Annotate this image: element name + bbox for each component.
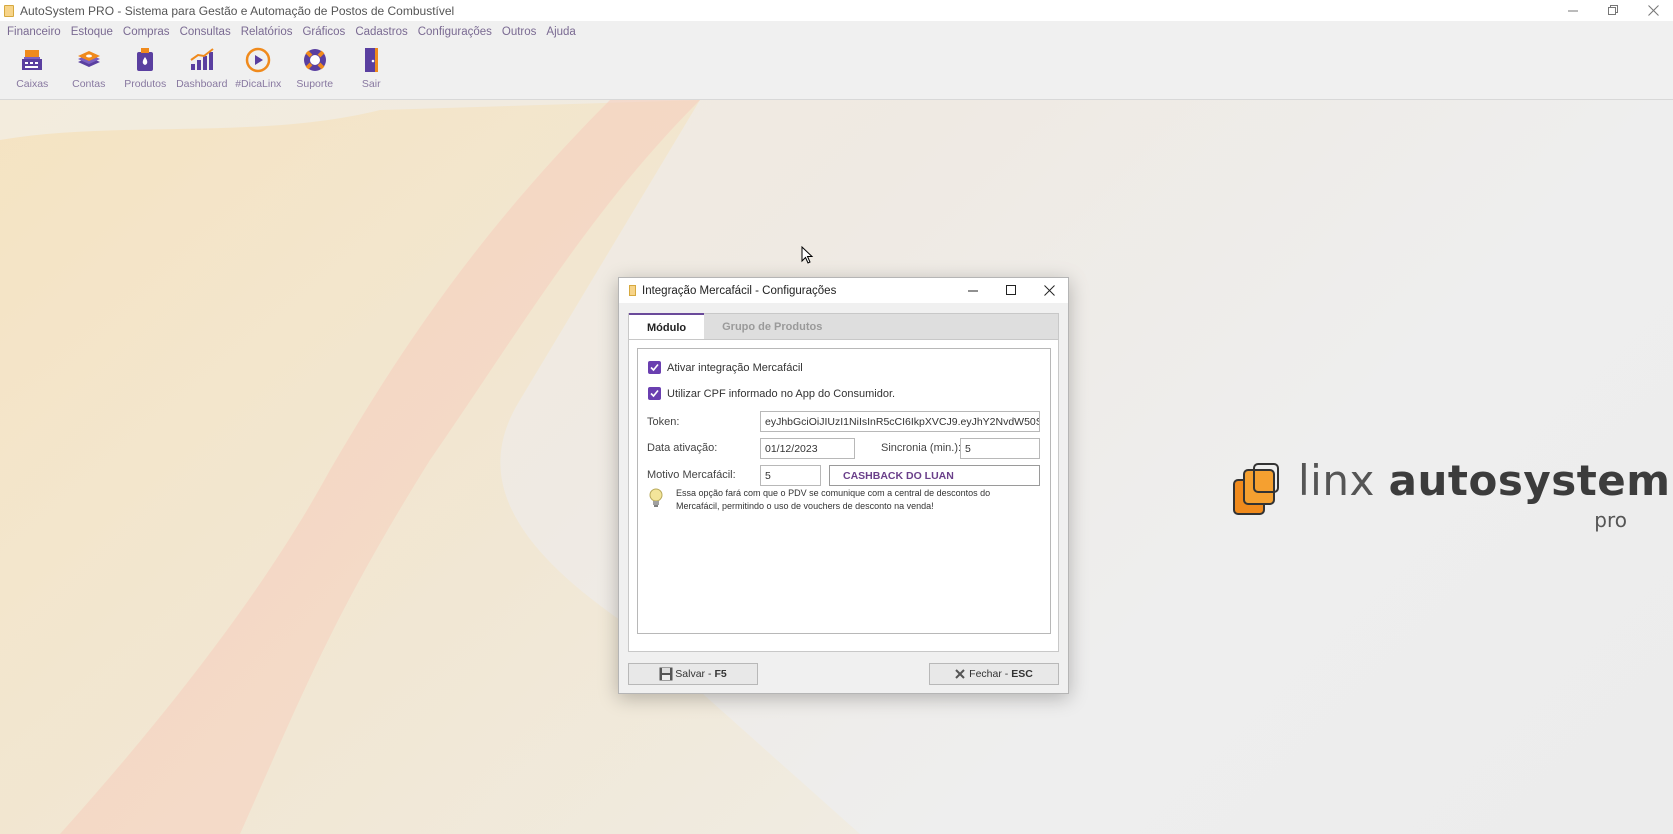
tab-modulo[interactable]: Módulo	[629, 313, 705, 341]
menu-estoque[interactable]: Estoque	[66, 26, 118, 38]
linx-logo-icon	[1233, 463, 1279, 515]
menu-relatorios[interactable]: Relatórios	[236, 26, 298, 38]
menu-financeiro[interactable]: Financeiro	[2, 26, 66, 38]
menu-ajuda[interactable]: Ajuda	[541, 26, 580, 38]
lightbulb-icon	[649, 488, 663, 507]
utilizar-cpf-checkbox[interactable]	[648, 387, 661, 400]
toolbar-produtos-label: Produtos	[124, 78, 167, 90]
app-titlebar: AutoSystem PRO - Sistema para Gestão e A…	[0, 0, 1673, 21]
tab-panel-modulo: Ativar integração Mercafácil Utilizar CP…	[628, 339, 1059, 652]
menu-cadastros[interactable]: Cadastros	[350, 26, 412, 38]
fuel-can-icon	[131, 46, 159, 74]
motivo-description-field: CASHBACK DO LUAN	[829, 465, 1040, 486]
cash-register-icon	[18, 46, 46, 74]
toolbar-dicalinx-label: #DicaLinx	[235, 78, 282, 90]
motivo-label: Motivo Mercafácil:	[647, 469, 736, 481]
play-icon	[244, 46, 272, 74]
toolbar-produtos-button[interactable]: Produtos	[117, 43, 174, 95]
app-title: AutoSystem PRO - Sistema para Gestão e A…	[20, 3, 455, 18]
close-window-icon[interactable]	[1633, 0, 1673, 21]
lifebuoy-icon	[301, 46, 329, 74]
toolbar-contas-button[interactable]: Contas	[61, 43, 118, 95]
mercafacil-config-dialog: Integração Mercafácil - Configurações Mó…	[618, 277, 1069, 694]
close-label: Fechar -	[969, 668, 1009, 680]
motivo-input[interactable]: 5	[760, 465, 821, 486]
close-button[interactable]: Fechar - ESC	[929, 663, 1059, 685]
info-note: Essa opção fará com que o PDV se comuniq…	[648, 487, 1021, 513]
dialog-tabs: Módulo Grupo de Produtos	[628, 313, 1059, 341]
toolbar-caixas-button[interactable]: Caixas	[4, 43, 61, 95]
toolbar-sair-label: Sair	[361, 78, 381, 90]
toolbar: Caixas Contas Produtos Dashboard #DicaLi…	[0, 43, 1673, 100]
menu-configuracoes[interactable]: Configurações	[413, 26, 497, 38]
window-controls	[1553, 0, 1673, 21]
menu-outros[interactable]: Outros	[497, 26, 542, 38]
floppy-disk-icon	[659, 667, 673, 681]
brand-pro: pro	[1594, 508, 1627, 532]
utilizar-cpf-label: Utilizar CPF informado no App do Consumi…	[667, 387, 896, 400]
sincronia-label: Sincronia (min.):	[881, 442, 962, 454]
info-text: Essa opção fará com que o PDV se comuniq…	[676, 488, 991, 511]
toolbar-sair-button[interactable]: Sair	[343, 43, 400, 95]
ativar-integracao-label: Ativar integração Mercafácil	[667, 361, 803, 374]
utilizar-cpf-row[interactable]: Utilizar CPF informado no App do Consumi…	[648, 387, 895, 400]
dialog-window-controls	[954, 278, 1068, 303]
toolbar-dashboard-button[interactable]: Dashboard	[174, 43, 231, 95]
toolbar-dicalinx-button[interactable]: #DicaLinx	[230, 43, 287, 95]
menu-consultas[interactable]: Consultas	[175, 26, 236, 38]
menu-bar: Financeiro Estoque Compras Consultas Rel…	[0, 21, 1673, 43]
restore-icon[interactable]	[1593, 0, 1633, 21]
bar-chart-icon	[188, 46, 216, 74]
exit-door-icon	[357, 46, 385, 74]
dialog-titlebar: Integração Mercafácil - Configurações	[619, 278, 1068, 303]
close-key: ESC	[1011, 668, 1033, 680]
dialog-close-icon[interactable]	[1030, 278, 1068, 303]
data-ativacao-input[interactable]: 01/12/2023	[760, 438, 855, 459]
tab-grupo-produtos[interactable]: Grupo de Produtos	[704, 314, 840, 340]
toolbar-dashboard-label: Dashboard	[176, 78, 228, 90]
save-button[interactable]: Salvar - F5	[628, 663, 758, 685]
app-icon	[4, 4, 14, 17]
toolbar-suporte-label: Suporte	[296, 78, 334, 90]
brand-text: linx autosystem	[1298, 456, 1671, 505]
sincronia-input[interactable]: 5	[960, 438, 1040, 459]
money-stack-icon	[75, 46, 103, 74]
ativar-integracao-checkbox[interactable]	[648, 361, 661, 374]
toolbar-contas-label: Contas	[72, 78, 106, 90]
brand-autosystem: autosystem	[1388, 456, 1671, 505]
minimize-icon[interactable]	[1553, 0, 1593, 21]
brand-linx: linx	[1298, 456, 1375, 505]
module-settings-box: Ativar integração Mercafácil Utilizar CP…	[637, 348, 1051, 634]
data-ativacao-label: Data ativação:	[647, 442, 718, 454]
toolbar-caixas-label: Caixas	[16, 78, 49, 90]
close-x-icon	[955, 669, 965, 679]
menu-compras[interactable]: Compras	[118, 26, 175, 38]
menu-graficos[interactable]: Gráficos	[297, 26, 350, 38]
save-key: F5	[714, 668, 727, 680]
dialog-minimize-icon[interactable]	[954, 278, 992, 303]
dialog-app-icon	[629, 285, 636, 296]
dialog-maximize-icon[interactable]	[992, 278, 1030, 303]
toolbar-suporte-button[interactable]: Suporte	[287, 43, 344, 95]
brand-logo: linx autosystem pro	[1230, 456, 1670, 532]
save-label: Salvar -	[675, 668, 712, 680]
ativar-integracao-row[interactable]: Ativar integração Mercafácil	[648, 361, 803, 374]
dialog-title: Integração Mercafácil - Configurações	[642, 284, 837, 297]
mouse-cursor-icon	[801, 246, 814, 264]
token-label: Token:	[647, 416, 680, 428]
token-input[interactable]: eyJhbGciOiJIUzI1NiIsInR5cCI6IkpXVCJ9.eyJ…	[760, 411, 1040, 432]
